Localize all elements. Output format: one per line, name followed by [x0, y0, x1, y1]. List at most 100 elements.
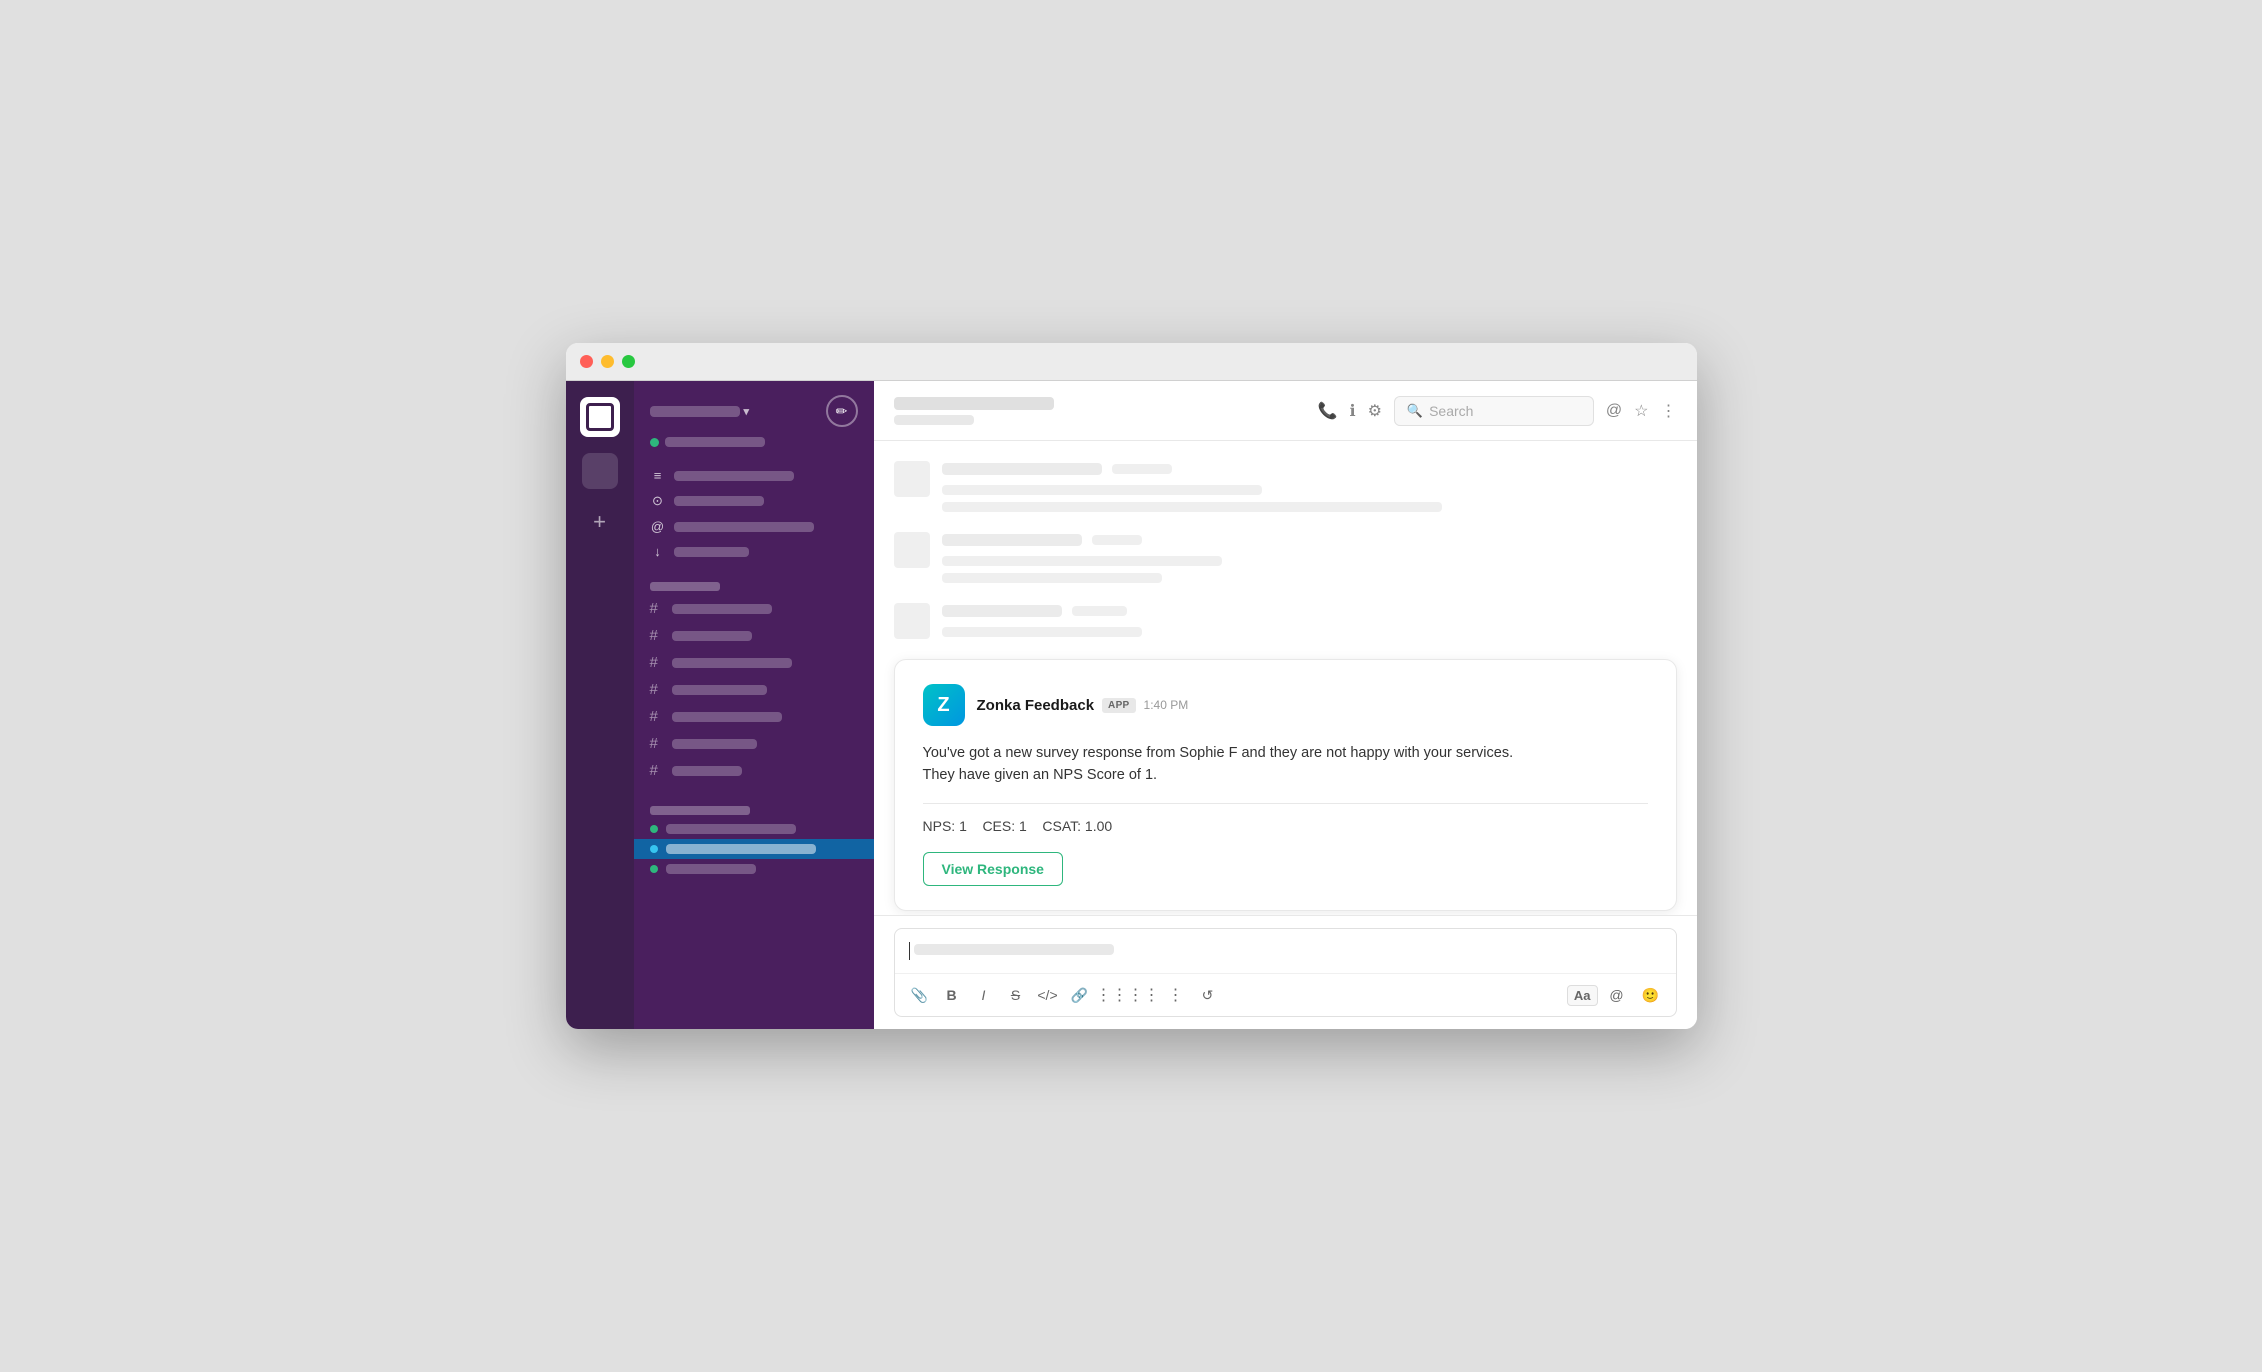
csat-label: CSAT:: [1042, 818, 1081, 834]
at-header-icon[interactable]: @: [1606, 402, 1622, 420]
channel-item-1[interactable]: #: [634, 595, 874, 622]
dm-section: [634, 796, 874, 879]
search-input[interactable]: [1429, 403, 1581, 419]
dm-item-1[interactable]: [634, 819, 874, 839]
link-button[interactable]: 🔗: [1065, 980, 1095, 1010]
unordered-list-button[interactable]: ⋮⋮: [1129, 980, 1159, 1010]
channel-item-3[interactable]: #: [634, 649, 874, 676]
home-icon: ≡: [650, 468, 666, 483]
input-toolbar: 📎 B I S </> 🔗 ⋮⋮ ⋮⋮ ⋮ ↺ Aa @ 🙂: [895, 973, 1676, 1016]
dm-name-3: [666, 864, 756, 874]
chat-main: 📞 ℹ ⚙ 🔍 @ ☆ ⋮: [874, 381, 1697, 1029]
sidebar-icon-item[interactable]: [582, 453, 618, 489]
workspace-name[interactable]: ▾: [650, 405, 750, 418]
hash-icon: #: [650, 708, 664, 725]
message-card-header: Z Zonka Feedback APP 1:40 PM: [923, 684, 1648, 726]
presence-dot-3-icon: [650, 865, 658, 873]
channel-sidebar: ▾ ✏ ≡ ⊙ @: [634, 381, 874, 1029]
channel-name-2: [672, 631, 752, 641]
nav-item-mentions[interactable]: @: [634, 514, 874, 539]
hash-icon: #: [650, 654, 664, 671]
channel-item-5[interactable]: #: [634, 703, 874, 730]
zonka-message-card: Z Zonka Feedback APP 1:40 PM You've got …: [894, 659, 1677, 911]
nps-value: 1: [959, 818, 967, 834]
mention-button[interactable]: @: [1602, 980, 1632, 1010]
italic-button[interactable]: I: [969, 980, 999, 1010]
ces-value: 1: [1019, 818, 1027, 834]
search-box[interactable]: 🔍: [1394, 396, 1594, 426]
channel-name-5: [672, 712, 782, 722]
message-text-area[interactable]: [895, 929, 1676, 973]
emoji-button[interactable]: 🙂: [1636, 980, 1666, 1010]
channels-label: [650, 582, 720, 591]
dm-name-1: [666, 824, 796, 834]
star-icon[interactable]: ☆: [1634, 401, 1648, 421]
avatar-placeholder-2: [894, 532, 930, 568]
attachment-button[interactable]: 📎: [905, 980, 935, 1010]
nav-item-home[interactable]: ≡: [634, 463, 874, 488]
text-cursor: [909, 942, 911, 960]
avatar-placeholder-1: [894, 461, 930, 497]
info-icon[interactable]: ℹ: [1349, 401, 1355, 421]
indent-button[interactable]: ⋮: [1161, 980, 1191, 1010]
workspace-avatar[interactable]: [580, 397, 620, 437]
dm-item-3[interactable]: [634, 859, 874, 879]
status-text: [665, 437, 765, 447]
hash-icon: #: [650, 681, 664, 698]
bold-button[interactable]: B: [937, 980, 967, 1010]
workspace-icon-inner: [586, 403, 614, 431]
presence-dot-icon: [650, 825, 658, 833]
maximize-button[interactable]: [622, 355, 635, 368]
code-button[interactable]: </>: [1033, 980, 1063, 1010]
text-format-button[interactable]: Aa: [1567, 985, 1598, 1006]
nav-home-label: [674, 471, 794, 481]
title-bar: [566, 343, 1697, 381]
dm-item-2-active[interactable]: [634, 839, 874, 859]
channel-item-2[interactable]: #: [634, 622, 874, 649]
app-window: + ▾ ✏ ≡ ⊙: [566, 343, 1697, 1029]
msg-content-3: [942, 603, 1677, 639]
message-meta: Zonka Feedback APP 1:40 PM: [977, 697, 1189, 714]
strikethrough-button[interactable]: S: [1001, 980, 1031, 1010]
compose-button[interactable]: ✏: [826, 395, 858, 427]
view-response-button[interactable]: View Response: [923, 852, 1063, 886]
message-time: 1:40 PM: [1144, 698, 1189, 712]
app-badge: APP: [1102, 698, 1135, 713]
nav-section: ≡ ⊙ @ ↓: [634, 459, 874, 572]
channel-item-7[interactable]: #: [634, 757, 874, 784]
nps-label: NPS:: [923, 818, 956, 834]
chat-header-right: 📞 ℹ ⚙ 🔍 @ ☆ ⋮: [1318, 396, 1677, 426]
nav-search-label: [674, 496, 764, 506]
status-dot-icon: [650, 438, 659, 447]
nav-item-search[interactable]: ⊙: [634, 488, 874, 514]
message-body-line2: They have given an NPS Score of 1.: [923, 767, 1158, 783]
message-divider: [923, 803, 1648, 804]
channel-item-4[interactable]: #: [634, 676, 874, 703]
phone-icon[interactable]: 📞: [1318, 401, 1338, 421]
icon-sidebar: +: [566, 381, 634, 1029]
nav-mentions-label: [674, 522, 814, 532]
channel-item-6[interactable]: #: [634, 730, 874, 757]
channels-section-label: [634, 572, 874, 595]
mentions-icon: @: [650, 519, 666, 534]
channel-name-4: [672, 685, 767, 695]
chat-input-area: 📎 B I S </> 🔗 ⋮⋮ ⋮⋮ ⋮ ↺ Aa @ 🙂: [874, 915, 1697, 1029]
chat-header-left: [894, 397, 1054, 425]
dm-label: [650, 806, 750, 815]
zonka-logo: Z: [923, 684, 965, 726]
workspace-chevron-icon: ▾: [744, 405, 750, 418]
undo-button[interactable]: ↺: [1193, 980, 1223, 1010]
channel-name-3: [672, 658, 792, 668]
msg-content-2: [942, 532, 1677, 583]
minimize-button[interactable]: [601, 355, 614, 368]
nav-item-more[interactable]: ↓: [634, 539, 874, 564]
add-workspace-button[interactable]: +: [593, 509, 606, 535]
settings-icon[interactable]: ⚙: [1368, 401, 1382, 421]
close-button[interactable]: [580, 355, 593, 368]
nav-more-label: [674, 547, 749, 557]
search-nav-icon: ⊙: [650, 493, 666, 509]
more-header-icon[interactable]: ⋮: [1661, 401, 1677, 421]
ordered-list-button[interactable]: ⋮⋮: [1097, 980, 1127, 1010]
message-body: You've got a new survey response from So…: [923, 742, 1648, 787]
sender-name: Zonka Feedback: [977, 697, 1095, 714]
